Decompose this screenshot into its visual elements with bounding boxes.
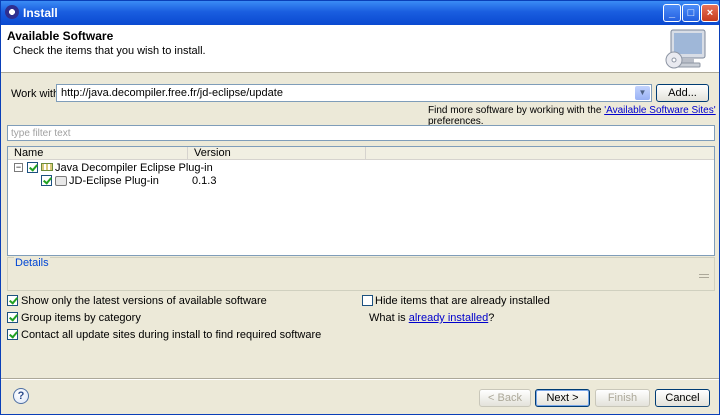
latest-versions-checkbox[interactable] bbox=[7, 295, 18, 306]
available-software-sites-link[interactable]: 'Available Software Sites' bbox=[604, 105, 715, 116]
find-more-prefix: Find more software by working with the bbox=[428, 105, 605, 116]
install-monitor-icon bbox=[665, 29, 706, 69]
hide-installed-label[interactable]: Hide items that are already installed bbox=[375, 295, 550, 307]
find-more-text: Find more software by working with the '… bbox=[428, 105, 719, 127]
title-bar[interactable]: Install _ □ × bbox=[1, 1, 719, 25]
minimize-button[interactable]: _ bbox=[663, 4, 681, 22]
back-button[interactable]: < Back bbox=[479, 389, 531, 407]
latest-versions-label[interactable]: Show only the latest versions of availab… bbox=[21, 295, 267, 307]
page-title: Available Software bbox=[7, 29, 114, 43]
work-with-label: Work with: bbox=[11, 88, 63, 100]
column-header-version[interactable]: Version bbox=[188, 147, 366, 160]
wizard-header: Available Software Check the items that … bbox=[1, 25, 719, 73]
software-tree[interactable]: Name Version − Java Decompiler Eclipse P… bbox=[7, 146, 715, 256]
page-description: Check the items that you wish to install… bbox=[13, 45, 206, 57]
hide-installed-checkbox[interactable] bbox=[362, 295, 373, 306]
plugin-checkbox[interactable] bbox=[41, 175, 52, 186]
window-title: Install bbox=[23, 6, 58, 20]
install-window: Install _ □ × Available Software Check t… bbox=[0, 0, 720, 415]
column-header-filler bbox=[366, 147, 714, 160]
contact-update-sites-checkbox[interactable] bbox=[7, 329, 18, 340]
work-with-combo[interactable]: http://java.decompiler.free.fr/jd-eclips… bbox=[56, 84, 652, 102]
plugin-version: 0.1.3 bbox=[192, 175, 217, 187]
contact-update-sites-label[interactable]: Contact all update sites during install … bbox=[21, 329, 321, 341]
what-is-suffix: ? bbox=[488, 312, 495, 324]
plugin-icon bbox=[55, 176, 67, 186]
cancel-button[interactable]: Cancel bbox=[655, 389, 710, 407]
chevron-down-icon[interactable]: ▼ bbox=[635, 86, 650, 100]
tree-row-category[interactable]: − Java Decompiler Eclipse Plug-in bbox=[8, 161, 714, 175]
category-icon bbox=[41, 163, 53, 171]
close-button[interactable]: × bbox=[701, 4, 719, 22]
plugin-label: JD-Eclipse Plug-in bbox=[69, 175, 159, 187]
maximize-button[interactable]: □ bbox=[682, 4, 700, 22]
work-with-value[interactable]: http://java.decompiler.free.fr/jd-eclips… bbox=[61, 87, 283, 99]
footer-separator bbox=[1, 378, 719, 380]
column-header-name[interactable]: Name bbox=[8, 147, 188, 160]
eclipse-icon bbox=[5, 5, 19, 19]
group-by-category-label[interactable]: Group items by category bbox=[21, 312, 141, 324]
details-label: Details bbox=[14, 257, 50, 269]
what-is-prefix: What is bbox=[369, 312, 409, 324]
collapse-icon[interactable]: − bbox=[14, 163, 23, 172]
details-group: Details bbox=[7, 257, 715, 291]
next-button[interactable]: Next > bbox=[535, 389, 590, 407]
tree-row-plugin[interactable]: JD-Eclipse Plug-in 0.1.3 bbox=[8, 174, 714, 188]
filter-field[interactable] bbox=[7, 125, 715, 141]
add-site-button[interactable]: Add... bbox=[656, 84, 709, 102]
what-is-installed-text: What is already installed? bbox=[369, 312, 494, 324]
finish-button[interactable]: Finish bbox=[595, 389, 650, 407]
group-by-category-checkbox[interactable] bbox=[7, 312, 18, 323]
category-checkbox[interactable] bbox=[27, 162, 38, 173]
category-label: Java Decompiler Eclipse Plug-in bbox=[55, 162, 213, 174]
filter-input[interactable] bbox=[8, 126, 714, 140]
already-installed-link[interactable]: already installed bbox=[409, 312, 489, 324]
resize-grip-icon[interactable] bbox=[699, 274, 709, 278]
help-icon[interactable]: ? bbox=[13, 388, 29, 404]
